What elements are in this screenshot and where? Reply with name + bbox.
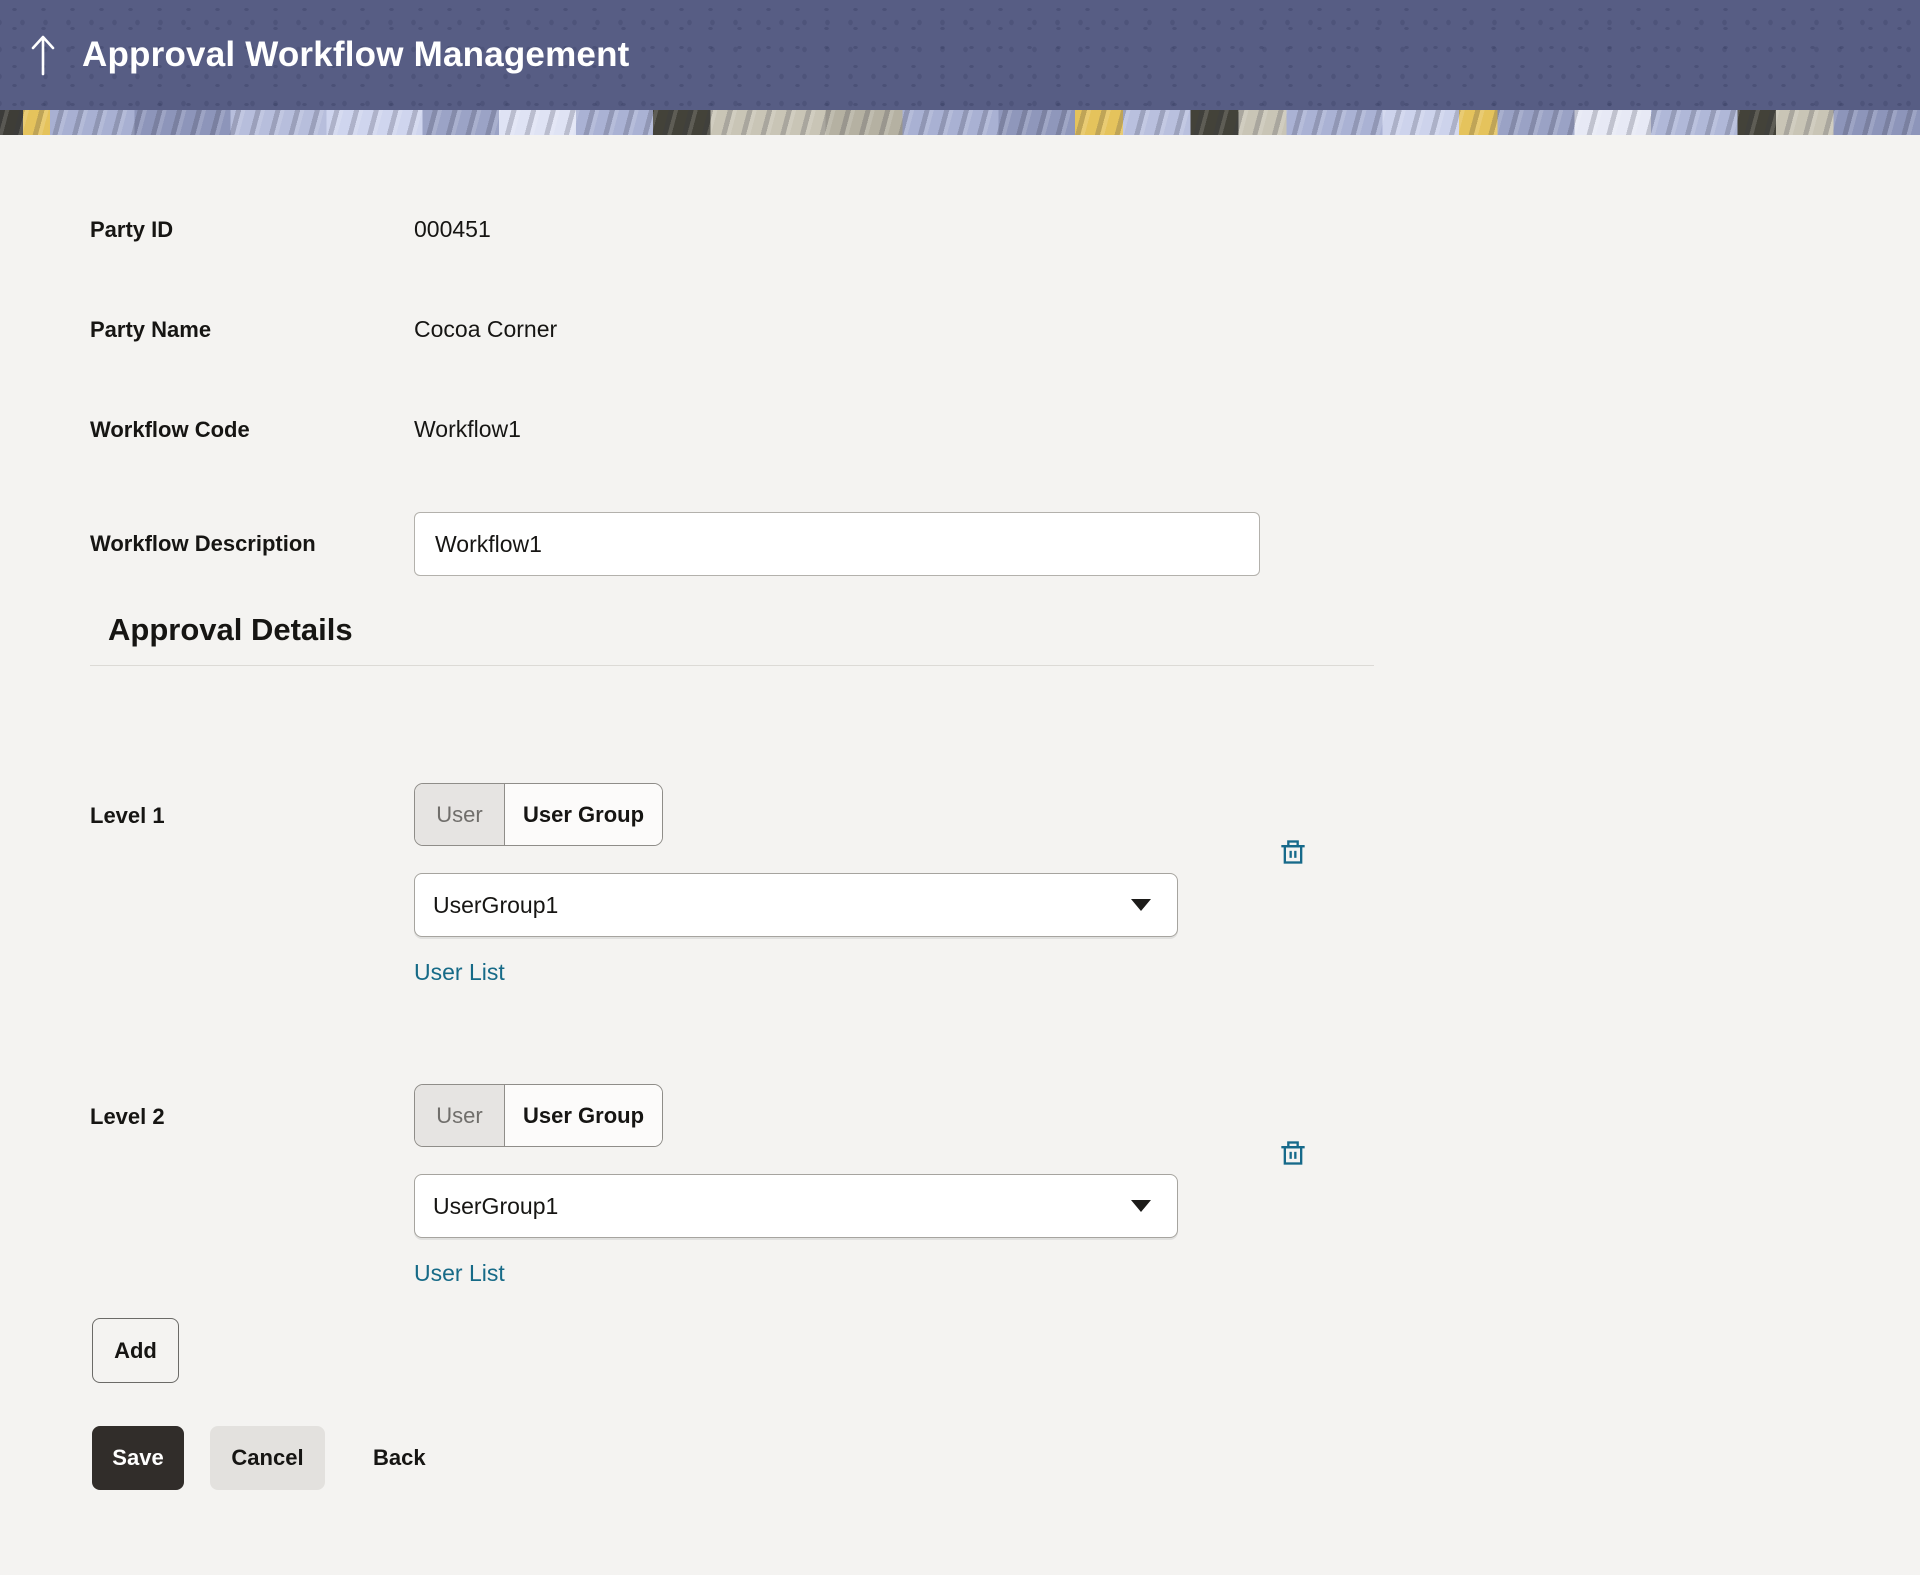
party-id-value: 000451 <box>414 216 1374 243</box>
chevron-down-icon <box>1131 899 1151 911</box>
workflow-code-label: Workflow Code <box>90 417 414 443</box>
level-2-label: Level 2 <box>90 1084 414 1130</box>
level-2-toggle-user-group[interactable]: User Group <box>505 1085 662 1146</box>
level-2-toggle-user[interactable]: User <box>415 1085 505 1146</box>
level-2-controls: User User Group UserGroup1 User List <box>414 1084 1178 1287</box>
page-title: Approval Workflow Management <box>82 35 630 75</box>
app-header: Approval Workflow Management <box>0 0 1920 110</box>
level-1-user-group-select[interactable]: UserGroup1 <box>414 873 1178 937</box>
workflow-code-value: Workflow1 <box>414 416 1374 443</box>
level-1-toggle-user-group[interactable]: User Group <box>505 784 662 845</box>
approval-details-heading: Approval Details <box>108 612 1374 648</box>
party-id-row: Party ID 000451 <box>90 216 1374 243</box>
main-content: Party ID 000451 Party Name Cocoa Corner … <box>0 216 1464 1490</box>
approval-level-row-2: Level 2 User User Group UserGroup1 User … <box>90 1084 1374 1287</box>
section-divider <box>90 665 1374 666</box>
add-level-button[interactable]: Add <box>92 1318 179 1383</box>
level-2-user-list-link[interactable]: User List <box>414 1260 505 1287</box>
workflow-code-row: Workflow Code Workflow1 <box>90 416 1374 443</box>
level-1-toggle-user[interactable]: User <box>415 784 505 845</box>
level-1-label: Level 1 <box>90 783 414 829</box>
party-name-value: Cocoa Corner <box>414 316 1374 343</box>
footer-actions: Save Cancel Back <box>90 1426 1374 1490</box>
level-1-controls: User User Group UserGroup1 User List <box>414 783 1178 986</box>
decorative-pattern-strip <box>0 110 1920 135</box>
party-name-label: Party Name <box>90 317 414 343</box>
save-button[interactable]: Save <box>92 1426 184 1490</box>
level-1-delete-button[interactable] <box>1278 837 1308 867</box>
level-2-user-type-toggle: User User Group <box>414 1084 663 1147</box>
workflow-description-label: Workflow Description <box>90 531 414 557</box>
back-arrow-icon[interactable] <box>26 33 60 77</box>
cancel-button[interactable]: Cancel <box>210 1426 325 1490</box>
back-button[interactable]: Back <box>373 1426 426 1490</box>
workflow-description-row: Workflow Description <box>90 512 1374 576</box>
workflow-description-input[interactable] <box>414 512 1260 576</box>
trash-icon <box>1279 838 1307 866</box>
level-1-user-group-select-value: UserGroup1 <box>433 892 1131 919</box>
level-2-delete-button[interactable] <box>1278 1138 1308 1168</box>
party-id-label: Party ID <box>90 217 414 243</box>
level-1-user-type-toggle: User User Group <box>414 783 663 846</box>
chevron-down-icon <box>1131 1200 1151 1212</box>
trash-icon <box>1279 1139 1307 1167</box>
approval-level-row-1: Level 1 User User Group UserGroup1 User … <box>90 783 1374 986</box>
level-2-user-group-select-value: UserGroup1 <box>433 1193 1131 1220</box>
party-name-row: Party Name Cocoa Corner <box>90 316 1374 343</box>
level-2-user-group-select[interactable]: UserGroup1 <box>414 1174 1178 1238</box>
level-1-user-list-link[interactable]: User List <box>414 959 505 986</box>
